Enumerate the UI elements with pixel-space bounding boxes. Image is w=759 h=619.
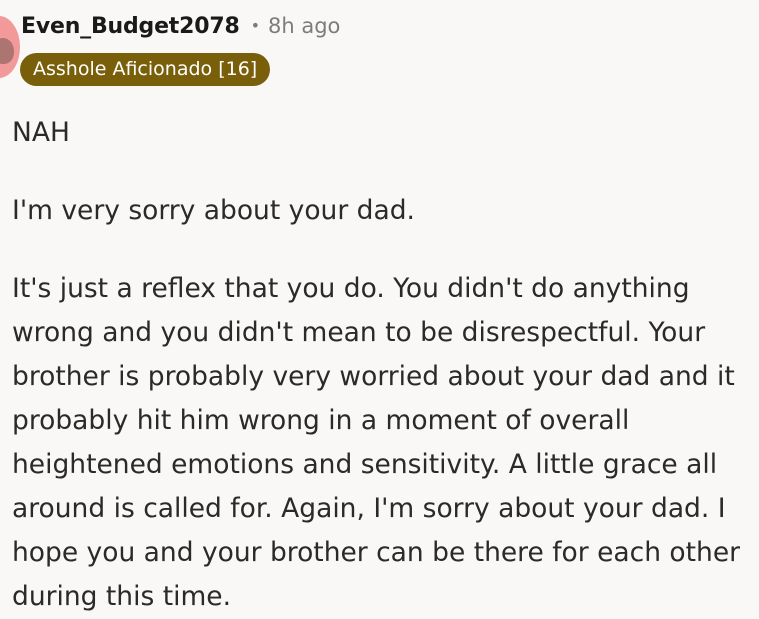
comment-header: Even_Budget2078 • 8h ago <box>21 14 340 39</box>
user-avatar[interactable] <box>0 16 20 78</box>
comment: Even_Budget2078 • 8h ago Asshole Aficion… <box>0 0 759 613</box>
user-flair-badge: Asshole Aficionado [16] <box>20 53 271 86</box>
username-link[interactable]: Even_Budget2078 <box>21 14 240 39</box>
comment-timestamp[interactable]: 8h ago <box>268 14 340 38</box>
comment-paragraph-condolence: I'm very sorry about your dad. <box>12 195 415 226</box>
avatar-snoo-icon <box>0 38 14 64</box>
comment-paragraph-verdict: NAH <box>12 117 70 148</box>
comment-body: NAH I'm very sorry about your dad. It's … <box>12 111 747 619</box>
comment-paragraph-explanation: It's just a reflex that you do. You didn… <box>12 273 741 612</box>
separator-dot: • <box>250 16 260 35</box>
